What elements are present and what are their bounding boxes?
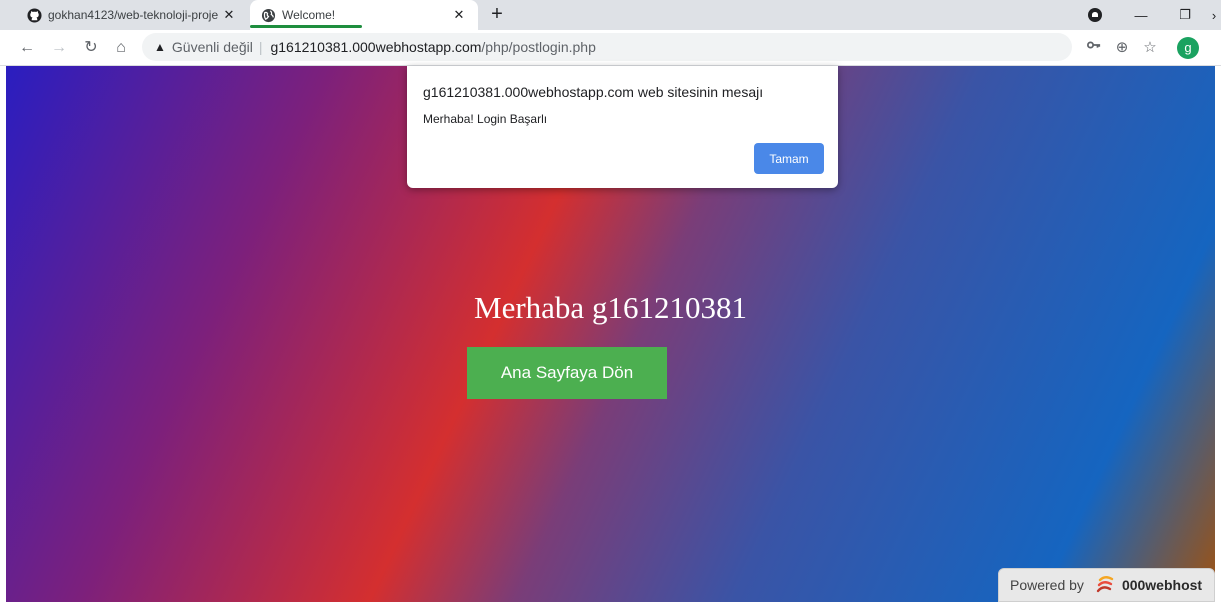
alert-title: g161210381.000webhostapp.com web sitesin… (423, 84, 764, 100)
forward-arrow-icon[interactable]: → (48, 37, 70, 59)
powered-by-text: Powered by (1010, 577, 1084, 593)
close-tab-icon[interactable]: ✕ (220, 7, 238, 23)
avatar[interactable]: g (1177, 37, 1199, 59)
reload-icon[interactable]: ↻ (80, 37, 102, 59)
bookmark-star-icon[interactable]: ☆ (1140, 38, 1160, 58)
profile-menu-icon[interactable] (1088, 8, 1102, 22)
alert-ok-button[interactable]: Tamam (754, 143, 824, 174)
close-window-icon[interactable]: › (1207, 8, 1221, 23)
greeting-heading: Merhaba g161210381 (474, 290, 747, 325)
tab-loading-bar (250, 25, 362, 28)
home-page-button[interactable]: Ana Sayfaya Dön (467, 347, 667, 399)
tab-label: gokhan4123/web-teknoloji-proje (48, 8, 219, 22)
powered-by-badge[interactable]: Powered by 000webhost (998, 568, 1215, 602)
alert-message: Merhaba! Login Başarlı (423, 112, 548, 126)
window-controls: — ❐ › (1119, 0, 1221, 30)
warning-icon[interactable]: ▲ (154, 40, 166, 54)
github-icon (26, 7, 42, 23)
back-arrow-icon[interactable]: ← (16, 37, 38, 59)
tab-welcome[interactable]: Welcome! ✕ (250, 0, 478, 30)
security-label[interactable]: Güvenli değil (172, 39, 253, 55)
url-separator: | (258, 39, 263, 55)
url-host: g161210381.000webhostapp.com (270, 39, 482, 55)
tab-label: Welcome! (282, 8, 336, 22)
address-bar[interactable]: ▲ Güvenli değil | g161210381.000webhosta… (142, 33, 1072, 61)
webhost-logo-icon (1092, 575, 1116, 595)
alert-dialog: g161210381.000webhostapp.com web sitesin… (407, 66, 838, 188)
new-tab-button[interactable]: + (487, 4, 507, 24)
globe-icon (260, 7, 276, 23)
close-tab-icon[interactable]: ✕ (450, 7, 468, 23)
webhost-brand: 000webhost (1121, 577, 1203, 593)
minimize-icon[interactable]: — (1119, 8, 1163, 23)
tab-strip: gokhan4123/web-teknoloji-proje ✕ Welcome… (0, 0, 1221, 30)
restore-icon[interactable]: ❐ (1163, 7, 1207, 23)
tab-github[interactable]: gokhan4123/web-teknoloji-proje ✕ (18, 0, 248, 30)
home-icon[interactable]: ⌂ (110, 37, 132, 59)
key-icon[interactable] (1084, 38, 1104, 58)
zoom-icon[interactable]: ⊕ (1112, 38, 1132, 58)
browser-toolbar: ← → ↻ ⌂ ▲ Güvenli değil | g161210381.000… (0, 30, 1221, 66)
url-path: /php/postlogin.php (481, 39, 596, 55)
